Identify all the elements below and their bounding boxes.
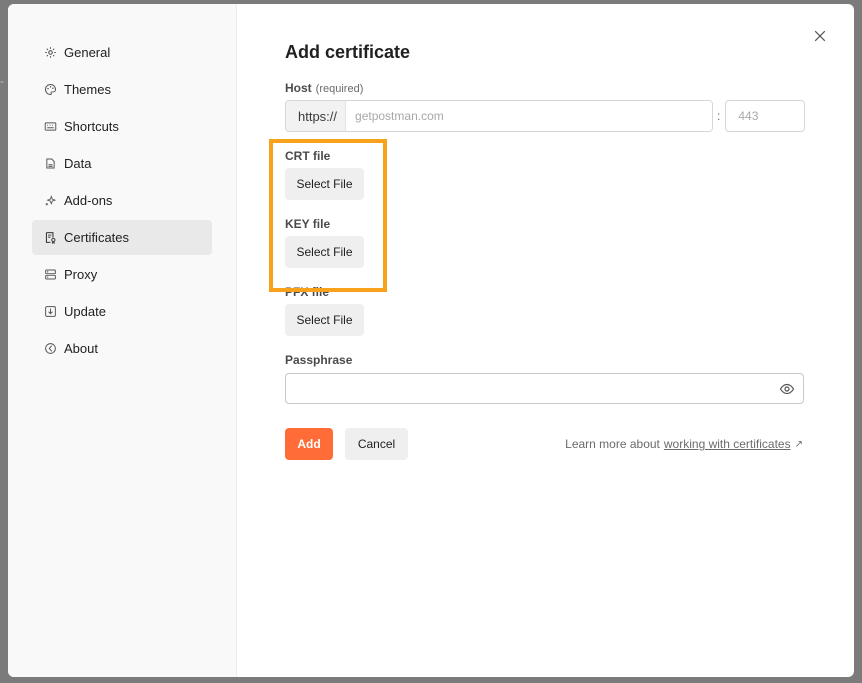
database-icon <box>44 157 57 170</box>
port-separator: : <box>717 109 721 123</box>
settings-sidebar: General Themes Shortcuts Data Add-ons Ce… <box>8 4 237 677</box>
sidebar-item-general[interactable]: General <box>32 35 212 70</box>
learn-more-text: Learn more about working with certificat… <box>565 437 803 451</box>
settings-modal: General Themes Shortcuts Data Add-ons Ce… <box>8 4 854 677</box>
passphrase-field <box>285 373 804 404</box>
sidebar-item-label: Proxy <box>64 267 98 282</box>
crt-select-file-button[interactable]: Select File <box>285 168 364 200</box>
sidebar-item-proxy[interactable]: Proxy <box>32 257 212 292</box>
add-button[interactable]: Add <box>285 428 333 460</box>
sidebar-item-label: Shortcuts <box>64 119 119 134</box>
key-select-file-button[interactable]: Select File <box>285 236 364 268</box>
info-icon <box>44 342 57 355</box>
pfx-file-label: PFX file <box>285 285 330 299</box>
backdrop-fragment: - <box>0 74 4 88</box>
passphrase-label: Passphrase <box>285 353 353 367</box>
eye-icon[interactable] <box>779 381 795 397</box>
sidebar-item-label: About <box>64 341 98 356</box>
host-field: https:// <box>285 100 713 132</box>
sidebar-item-certificates[interactable]: Certificates <box>32 220 212 255</box>
gear-icon <box>44 46 57 59</box>
certificate-icon <box>44 231 57 244</box>
host-label: Host (required) <box>285 81 363 95</box>
sidebar-item-label: Certificates <box>64 230 130 245</box>
cancel-button[interactable]: Cancel <box>345 428 408 460</box>
host-row: https:// : <box>285 100 806 132</box>
port-input[interactable] <box>725 100 806 132</box>
keyboard-icon <box>44 120 57 133</box>
add-certificate-panel: Add certificate Host (required) https:// … <box>237 4 854 677</box>
sidebar-item-themes[interactable]: Themes <box>32 72 212 107</box>
working-with-certificates-link[interactable]: working with certificates <box>664 437 791 451</box>
sidebar-item-label: Add-ons <box>64 193 113 208</box>
learn-more-prefix: Learn more about <box>565 437 660 451</box>
sidebar-item-label: Update <box>64 304 106 319</box>
passphrase-input[interactable] <box>286 374 766 403</box>
close-icon <box>814 30 826 42</box>
download-icon <box>44 305 57 318</box>
external-link-icon: ↗ <box>794 438 803 450</box>
sidebar-item-label: Themes <box>64 82 111 97</box>
host-input[interactable] <box>346 101 712 131</box>
sidebar-item-about[interactable]: About <box>32 331 212 366</box>
crt-file-label: CRT file <box>285 149 331 163</box>
close-button[interactable] <box>812 28 828 44</box>
key-file-label: KEY file <box>285 217 331 231</box>
host-label-text: Host <box>285 81 312 95</box>
host-required-hint: (required) <box>315 83 364 95</box>
sidebar-item-label: Data <box>64 156 92 171</box>
protocol-prefix: https:// <box>286 101 347 131</box>
sidebar-item-data[interactable]: Data <box>32 146 212 181</box>
sidebar-item-shortcuts[interactable]: Shortcuts <box>32 109 212 144</box>
page-title: Add certificate <box>285 42 411 62</box>
palette-icon <box>44 83 57 96</box>
sidebar-item-add-ons[interactable]: Add-ons <box>32 183 212 218</box>
sidebar-item-label: General <box>64 45 111 60</box>
sidebar-item-update[interactable]: Update <box>32 294 212 329</box>
pfx-select-file-button[interactable]: Select File <box>285 304 364 336</box>
sparkle-icon <box>44 194 57 207</box>
proxy-icon <box>44 268 57 281</box>
